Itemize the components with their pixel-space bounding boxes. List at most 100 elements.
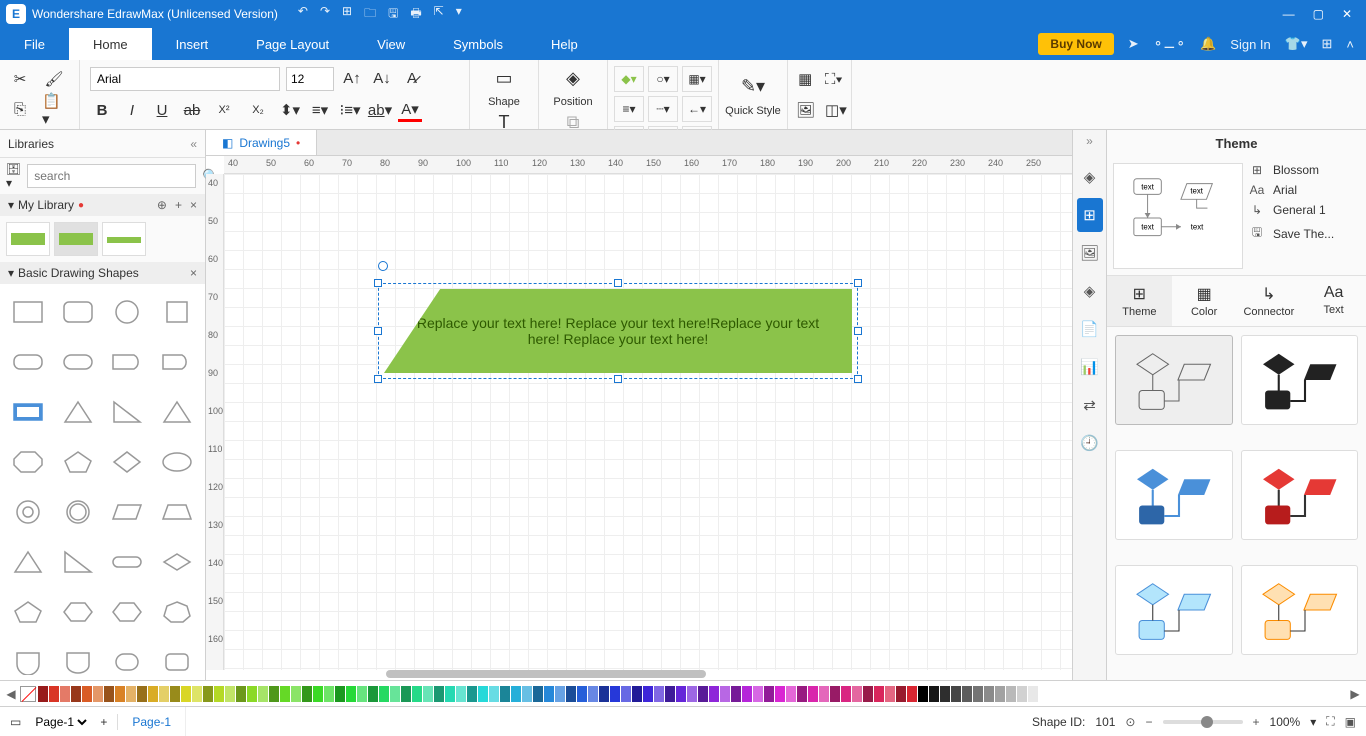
close-icon[interactable]: ✕ <box>1342 7 1352 21</box>
color-swatch[interactable] <box>478 686 488 702</box>
color-swatch[interactable] <box>995 686 1005 702</box>
theme-tab-theme[interactable]: ⊞Theme <box>1107 276 1172 326</box>
maximize-icon[interactable]: ▢ <box>1313 7 1324 21</box>
theme-card[interactable] <box>1115 450 1233 540</box>
menu-view[interactable]: View <box>353 28 429 60</box>
page-list-icon[interactable]: ▭ <box>10 715 21 729</box>
fullscreen-icon[interactable]: ▣ <box>1345 715 1356 729</box>
bold-button[interactable]: B <box>90 98 114 122</box>
crop-button[interactable]: ⛶▾ <box>825 67 844 91</box>
export-icon[interactable]: ⇱ <box>434 4 444 25</box>
color-scroll-left-icon[interactable]: ◀ <box>4 687 18 701</box>
color-swatch[interactable] <box>544 686 554 702</box>
color-swatch[interactable] <box>687 686 697 702</box>
color-swatch[interactable] <box>192 686 202 702</box>
document-tab[interactable]: ◧ Drawing5 • <box>206 130 317 155</box>
add-to-lib-icon[interactable]: ⊕ <box>157 198 167 212</box>
line-dash-button[interactable]: ┈▾ <box>648 96 678 122</box>
library-search-input[interactable] <box>27 164 196 188</box>
table-button[interactable]: ▦ <box>796 67 815 91</box>
menu-insert[interactable]: Insert <box>152 28 233 60</box>
color-swatch[interactable] <box>291 686 301 702</box>
color-swatch[interactable] <box>951 686 961 702</box>
shape-triangle[interactable] <box>54 388 102 436</box>
color-swatch[interactable] <box>555 686 565 702</box>
rail-paint-icon[interactable]: ◈ <box>1077 160 1103 194</box>
signin-link[interactable]: Sign In <box>1230 37 1270 52</box>
font-size-select[interactable] <box>286 67 334 91</box>
zoom-slider[interactable] <box>1163 720 1243 724</box>
theme-card[interactable] <box>1241 450 1359 540</box>
zoom-out-icon[interactable]: − <box>1145 715 1152 729</box>
color-swatch[interactable] <box>929 686 939 702</box>
shape-shield[interactable] <box>4 638 52 680</box>
shape-right-tri2[interactable] <box>54 538 102 586</box>
color-swatch[interactable] <box>49 686 59 702</box>
color-swatch[interactable] <box>71 686 81 702</box>
horizontal-scrollbar[interactable] <box>206 670 1072 680</box>
shape-donut[interactable] <box>4 488 52 536</box>
font-family-select[interactable] <box>90 67 280 91</box>
resize-handle-e[interactable] <box>854 327 862 335</box>
color-swatch[interactable] <box>390 686 400 702</box>
rail-swap-icon[interactable]: ⇄ <box>1077 388 1103 422</box>
color-swatch[interactable] <box>467 686 477 702</box>
resize-handle-w[interactable] <box>374 327 382 335</box>
add-page-icon[interactable]: + <box>100 715 107 729</box>
buy-now-button[interactable]: Buy Now <box>1038 33 1113 55</box>
minimize-icon[interactable]: — <box>1283 7 1295 21</box>
rail-theme-icon[interactable]: ⊞ <box>1077 198 1103 232</box>
strike-button[interactable]: ab <box>180 98 204 122</box>
quick-style-button[interactable]: ✎▾Quick Style <box>723 73 783 117</box>
page-tab[interactable]: Page-1 <box>118 707 186 736</box>
color-swatch[interactable] <box>940 686 950 702</box>
color-swatch[interactable] <box>170 686 180 702</box>
menu-home[interactable]: Home <box>69 28 152 60</box>
color-swatch[interactable] <box>852 686 862 702</box>
copy-icon[interactable]: ⎘ <box>8 98 32 122</box>
zoom-dropdown-icon[interactable]: ▾ <box>1310 715 1316 729</box>
color-swatch[interactable] <box>654 686 664 702</box>
color-swatch[interactable] <box>797 686 807 702</box>
theme-card[interactable] <box>1241 565 1359 655</box>
color-swatch[interactable] <box>357 686 367 702</box>
format-painter-icon[interactable]: 🖌 <box>42 67 66 91</box>
menu-help[interactable]: Help <box>527 28 602 60</box>
shape-hexagon2[interactable] <box>104 588 152 636</box>
rotation-handle[interactable] <box>378 261 388 271</box>
mylib-thumb[interactable] <box>102 222 146 256</box>
color-swatch[interactable] <box>511 686 521 702</box>
theme-tab-text[interactable]: AaText <box>1301 276 1366 326</box>
color-swatch[interactable] <box>445 686 455 702</box>
redo-icon[interactable]: ↷ <box>320 4 330 25</box>
color-swatch[interactable] <box>236 686 246 702</box>
color-swatch[interactable] <box>522 686 532 702</box>
selected-shape[interactable]: Replace your text here! Replace your tex… <box>384 289 852 373</box>
color-swatch[interactable] <box>885 686 895 702</box>
color-swatch[interactable] <box>423 686 433 702</box>
fit-page-icon[interactable]: ⛶ <box>1326 714 1334 729</box>
share-icon[interactable]: ⚬⚊⚬ <box>1153 36 1186 52</box>
color-swatch[interactable] <box>577 686 587 702</box>
rail-page-icon[interactable]: 📄 <box>1077 312 1103 346</box>
menu-symbols[interactable]: Symbols <box>429 28 527 60</box>
color-swatch[interactable] <box>764 686 774 702</box>
send-icon[interactable]: ➤ <box>1128 36 1139 52</box>
color-swatch[interactable] <box>38 686 48 702</box>
color-swatch[interactable] <box>775 686 785 702</box>
color-swatch[interactable] <box>346 686 356 702</box>
color-swatch[interactable] <box>643 686 653 702</box>
color-swatch[interactable] <box>984 686 994 702</box>
paste-icon[interactable]: 📋▾ <box>42 98 66 122</box>
resize-handle-nw[interactable] <box>374 279 382 287</box>
rail-history-icon[interactable]: 🕘 <box>1077 426 1103 460</box>
color-swatch[interactable] <box>533 686 543 702</box>
line-spacing-button[interactable]: ≡▾ <box>308 98 332 122</box>
color-swatch[interactable] <box>676 686 686 702</box>
color-swatch[interactable] <box>115 686 125 702</box>
collapse-right-icon[interactable]: » <box>1086 134 1093 156</box>
color-swatch[interactable] <box>247 686 257 702</box>
theme-opt-font[interactable]: AaArial <box>1249 183 1360 197</box>
collapse-ribbon-icon[interactable]: ˄ <box>1346 37 1354 52</box>
canvas[interactable]: Replace your text here! Replace your tex… <box>224 174 1072 670</box>
